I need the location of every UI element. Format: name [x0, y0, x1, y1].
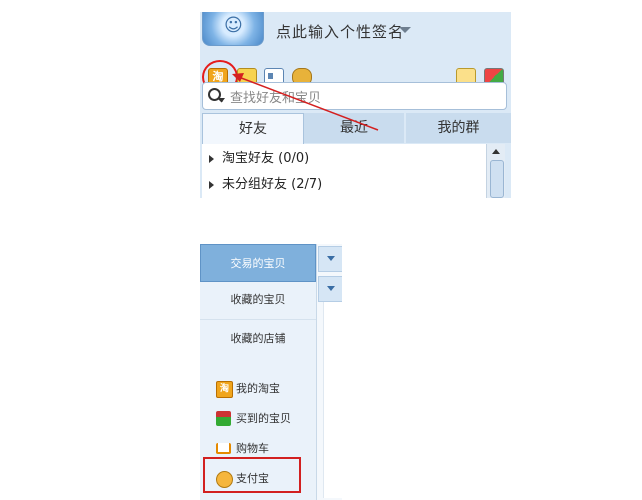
tab-my-groups[interactable]: 我的群	[406, 113, 511, 143]
content-strip	[316, 244, 342, 500]
menu-item-favorite-items[interactable]: 收藏的宝贝	[200, 281, 316, 320]
chat-client-panel: ☺ 点此输入个性签名 淘 查找好友和宝贝 好友 最近 我的群 淘宝好友 (0/0…	[200, 12, 511, 198]
group-row-ungrouped-friends[interactable]: 未分组好友 (2/7)	[202, 172, 486, 198]
avatar[interactable]: ☺	[202, 12, 264, 46]
taobao-icon: 淘	[216, 381, 233, 398]
search-input[interactable]: 查找好友和宝贝	[202, 82, 507, 110]
link-label: 我的淘宝	[236, 382, 280, 395]
scroll-thumb[interactable]	[490, 160, 504, 198]
expand-arrow-icon[interactable]	[209, 181, 214, 189]
menu-item-favorite-shops[interactable]: 收藏的店铺	[200, 320, 316, 358]
link-label: 买到的宝贝	[236, 412, 291, 425]
content-area	[323, 302, 342, 498]
tab-bar: 好友 最近 我的群	[200, 113, 511, 144]
signature-dropdown-icon[interactable]	[399, 27, 411, 33]
group-label: 淘宝好友 (0/0)	[222, 151, 310, 166]
chevron-down-icon[interactable]	[219, 98, 225, 102]
expand-arrow-icon[interactable]	[209, 155, 214, 163]
friend-group-list: 淘宝好友 (0/0) 未分组好友 (2/7)	[202, 144, 486, 198]
link-shopping-cart[interactable]: 购物车	[216, 440, 286, 458]
side-menu-panel: 交易的宝贝 收藏的宝贝 收藏的店铺 淘 我的淘宝 买到的宝贝 购物车 支付宝	[200, 244, 342, 500]
scroll-up-icon[interactable]	[492, 149, 500, 154]
signature-field[interactable]: 点此输入个性签名	[276, 21, 404, 42]
gift-icon	[216, 411, 231, 426]
avatar-face-icon: ☺	[224, 15, 243, 36]
search-placeholder: 查找好友和宝贝	[230, 91, 322, 106]
menu-item-traded-items[interactable]: 交易的宝贝	[200, 244, 316, 282]
link-my-taobao[interactable]: 淘 我的淘宝	[216, 380, 296, 398]
collapse-button[interactable]	[318, 276, 342, 302]
link-bought-items[interactable]: 买到的宝贝	[216, 410, 302, 428]
scrollbar[interactable]	[486, 144, 505, 198]
link-label: 购物车	[236, 442, 269, 455]
group-label: 未分组好友 (2/7)	[222, 177, 323, 192]
side-menu: 交易的宝贝 收藏的宝贝 收藏的店铺 淘 我的淘宝 买到的宝贝 购物车 支付宝	[200, 244, 316, 500]
cart-icon	[216, 443, 231, 454]
chevron-down-icon	[327, 286, 335, 291]
highlight-box	[203, 457, 301, 493]
collapse-button[interactable]	[318, 246, 342, 272]
tab-recent[interactable]: 最近	[304, 113, 404, 143]
chevron-down-icon	[327, 256, 335, 261]
tab-friends[interactable]: 好友	[202, 113, 304, 144]
group-row-taobao-friends[interactable]: 淘宝好友 (0/0)	[202, 146, 486, 172]
